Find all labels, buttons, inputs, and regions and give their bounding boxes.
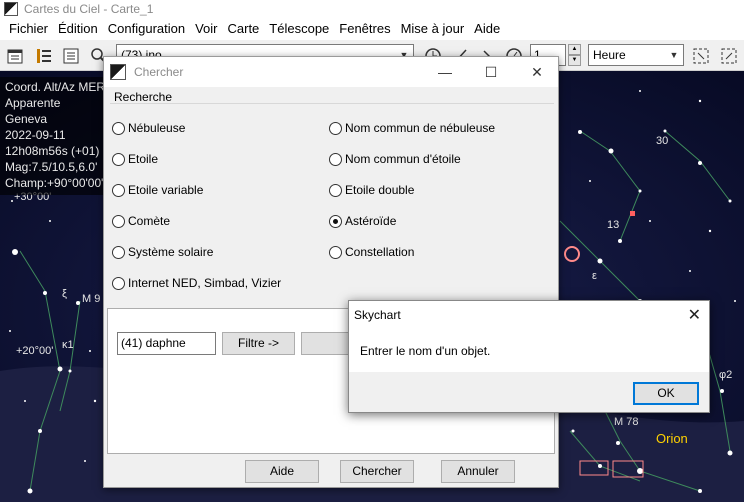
star-label-epsilon: ε	[592, 270, 597, 282]
message-box-body: Entrer le nom d'un objet.	[349, 329, 709, 372]
messier-m78-label: M 78	[614, 416, 639, 428]
constellation-orion-label: Orion	[656, 431, 688, 446]
star-label-kappa: κ1	[62, 339, 74, 351]
zoom-window-icon[interactable]	[720, 47, 738, 65]
radio-constellation[interactable]: Constellation	[329, 245, 414, 259]
info-line-mode: Apparente	[5, 96, 61, 110]
filter-button[interactable]: Filtre ->	[222, 332, 295, 355]
radio-label: Nom commun d'étoile	[345, 152, 461, 166]
search-dialog-titlebar[interactable]: Chercher — ☐ ✕	[104, 57, 558, 87]
menu-aide[interactable]: Aide	[469, 18, 505, 40]
spin-down-icon[interactable]: ▼	[568, 55, 581, 66]
message-text: Entrer le nom d'un objet.	[360, 344, 491, 358]
menu-fenetres[interactable]: Fenêtres	[334, 18, 395, 40]
radio-button-icon	[329, 245, 342, 259]
radio-label: Etoile variable	[128, 183, 204, 197]
search-list-combo[interactable]	[301, 332, 351, 355]
step-spin-buttons[interactable]: ▲ ▼	[568, 44, 581, 66]
maximize-icon[interactable]: ☐	[468, 57, 514, 87]
star-label-phi2: φ2	[719, 369, 733, 381]
radio-systeme-solaire[interactable]: Système solaire	[112, 245, 213, 259]
info-line-mag: Mag:7.5/10.5,6.0'	[5, 160, 98, 174]
radio-button-icon	[112, 152, 125, 166]
menu-telescope[interactable]: Télescope	[264, 18, 334, 40]
radio-label: Comète	[128, 214, 171, 228]
app-icon	[110, 64, 126, 80]
search-dialog-title: Chercher	[134, 65, 184, 79]
radio-label: Etoile double	[345, 183, 415, 197]
star-label-30: 30	[656, 135, 669, 147]
menu-configuration[interactable]: Configuration	[103, 18, 190, 40]
radio-button-icon	[112, 183, 125, 197]
calendar-icon[interactable]	[6, 47, 24, 65]
chart-info-panel: Coord. Alt/Az MER Apparente Geneva 2022-…	[0, 77, 104, 195]
search-button[interactable]: Chercher	[340, 460, 414, 483]
menubar: Fichier Édition Configuration Voir Carte…	[0, 18, 744, 40]
menu-voir[interactable]: Voir	[190, 18, 222, 40]
radio-label: Constellation	[345, 245, 415, 259]
star-label-13: 13	[607, 219, 620, 231]
menu-fichier[interactable]: Fichier	[4, 18, 53, 40]
radio-nom-commun-nebuleuse[interactable]: Nom commun de nébuleuse	[329, 121, 495, 135]
radio-button-checked-icon	[329, 214, 342, 228]
app-title: Cartes du Ciel - Carte_1	[24, 2, 154, 16]
cancel-button[interactable]: Annuler	[441, 460, 515, 483]
close-icon[interactable]: ✕	[514, 57, 560, 87]
radio-label: Etoile	[128, 152, 159, 166]
radio-button-icon	[112, 245, 125, 259]
radio-label: Nébuleuse	[128, 121, 186, 135]
radio-etoile[interactable]: Etoile	[112, 152, 158, 166]
time-unit-select[interactable]: Heure ▼	[588, 44, 684, 66]
message-box-title: Skychart	[354, 308, 401, 322]
message-box: Skychart ✕ Entrer le nom d'un objet. OK	[348, 300, 710, 413]
radio-nom-commun-etoile[interactable]: Nom commun d'étoile	[329, 152, 461, 166]
star-label-xi-left: ξ	[62, 288, 67, 300]
radio-etoile-variable[interactable]: Etoile variable	[112, 183, 203, 197]
radio-button-icon	[112, 121, 125, 135]
radio-comete[interactable]: Comète	[112, 214, 170, 228]
minimize-icon[interactable]: —	[422, 57, 468, 87]
help-button[interactable]: Aide	[245, 460, 319, 483]
object-name-input[interactable]: (41) daphne	[117, 332, 216, 355]
zoom-fit-icon[interactable]	[692, 47, 710, 65]
info-line-time: 12h08m56s (+01)	[5, 144, 100, 158]
message-box-titlebar[interactable]: Skychart ✕	[349, 301, 709, 329]
menu-edition[interactable]: Édition	[53, 18, 103, 40]
radio-button-icon	[329, 183, 342, 197]
ok-button[interactable]: OK	[633, 382, 699, 405]
radio-label: Nom commun de nébuleuse	[345, 121, 496, 135]
radio-button-icon	[329, 152, 342, 166]
info-line-coords: Coord. Alt/Az MER	[5, 80, 104, 94]
object-name-value: (41) daphne	[121, 336, 186, 350]
messier-m9-label: M 9	[82, 293, 101, 305]
close-icon[interactable]: ✕	[688, 305, 701, 325]
radio-nebuleuse[interactable]: Nébuleuse	[112, 121, 185, 135]
time-unit-value: Heure	[593, 48, 626, 62]
chevron-down-icon: ▼	[669, 50, 679, 60]
radio-etoile-double[interactable]: Etoile double	[329, 183, 414, 197]
search-group-label: Recherche	[114, 90, 173, 104]
radio-button-icon	[329, 121, 342, 135]
info-line-field: Champ:+90°00'00"	[5, 176, 104, 190]
radio-internet-ned[interactable]: Internet NED, Simbad, Vizier	[112, 276, 281, 290]
altitude-label-lower: +20°00'	[16, 345, 54, 357]
radio-asteroide[interactable]: Astéroïde	[329, 214, 396, 228]
main-titlebar: Cartes du Ciel - Carte_1	[0, 0, 744, 18]
info-line-location: Geneva	[5, 112, 48, 126]
app-icon	[4, 2, 18, 16]
radio-button-icon	[112, 214, 125, 228]
list-icon[interactable]	[62, 47, 80, 65]
spin-up-icon[interactable]: ▲	[568, 44, 581, 55]
info-line-date: 2022-09-11	[5, 128, 66, 142]
radio-button-icon	[112, 276, 125, 290]
menu-carte[interactable]: Carte	[223, 18, 265, 40]
radio-label: Astéroïde	[345, 214, 397, 228]
menu-mise-a-jour[interactable]: Mise à jour	[396, 18, 470, 40]
radio-label: Système solaire	[128, 245, 214, 259]
search-dialog: Chercher — ☐ ✕ Recherche Nébuleuse Etoil…	[103, 56, 559, 488]
radio-label: Internet NED, Simbad, Vizier	[128, 276, 282, 290]
object-list-icon[interactable]	[35, 47, 53, 65]
